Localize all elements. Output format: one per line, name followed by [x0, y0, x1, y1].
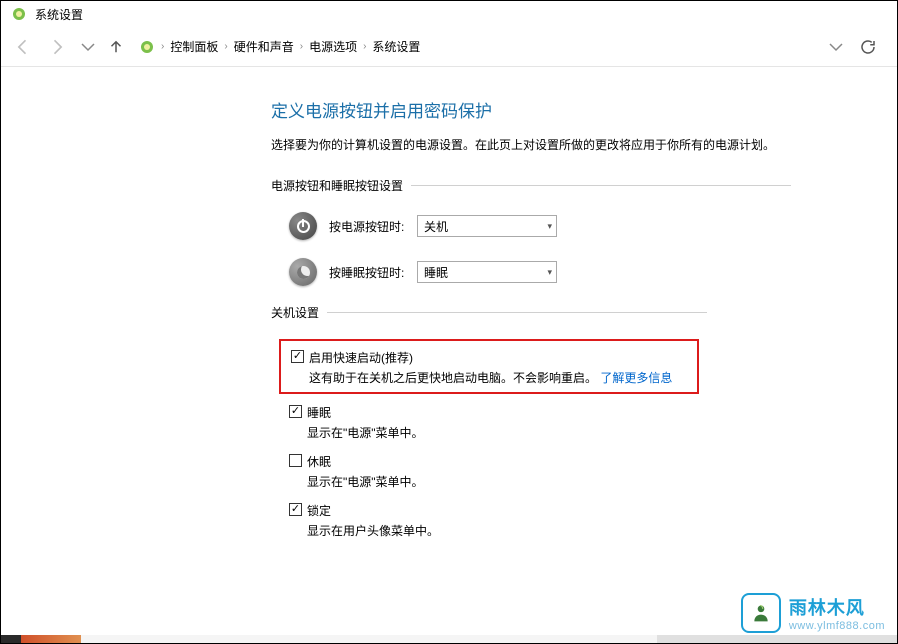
breadcrumb-sep: ›	[300, 41, 303, 52]
up-button[interactable]	[107, 38, 125, 56]
breadcrumb-icon	[139, 39, 155, 55]
checkbox-icon[interactable]: ✓	[291, 350, 304, 363]
power-icon	[289, 212, 317, 240]
chevron-down-icon: ▾	[547, 221, 552, 232]
breadcrumb-item-control-panel[interactable]: 控制面板	[170, 38, 218, 55]
dropdown-value: 睡眠	[424, 264, 448, 281]
page-subtext: 选择要为你的计算机设置的电源设置。在此页上对设置所做的更改将应用于你所有的电源计…	[271, 136, 897, 153]
page-heading: 定义电源按钮并启用密码保护	[271, 97, 897, 122]
section-header-shutdown: 关机设置	[271, 304, 897, 321]
sleep-icon	[289, 258, 317, 286]
refresh-button[interactable]	[859, 38, 877, 56]
breadcrumb-item-power[interactable]: 电源选项	[309, 38, 357, 55]
checkbox-desc: 显示在用户头像菜单中。	[307, 522, 439, 539]
watermark-badge-icon	[741, 593, 781, 633]
taskbar-strip	[1, 635, 897, 643]
section-divider	[327, 312, 707, 313]
breadcrumb-item-hardware[interactable]: 硬件和声音	[234, 38, 294, 55]
navbar: › 控制面板 › 硬件和声音 › 电源选项 › 系统设置	[1, 27, 897, 67]
sleep-button-row: 按睡眠按钮时: 睡眠 ▾	[271, 258, 897, 286]
titlebar: 系统设置	[1, 1, 897, 27]
checkbox-icon[interactable]	[289, 454, 302, 467]
checkbox-desc: 显示在"电源"菜单中。	[307, 424, 424, 441]
breadcrumb-sep: ›	[224, 41, 227, 52]
breadcrumb: › 控制面板 › 硬件和声音 › 电源选项 › 系统设置	[135, 38, 817, 55]
watermark: 雨林木风 www.ylmf888.com	[741, 593, 885, 633]
section-header-text: 关机设置	[271, 304, 327, 321]
checkbox-label: 启用快速启动(推荐)	[309, 349, 672, 366]
checkbox-label: 锁定	[307, 502, 439, 519]
power-button-dropdown[interactable]: 关机 ▾	[417, 215, 557, 237]
window-title: 系统设置	[35, 6, 83, 23]
checkbox-fast-startup[interactable]: ✓ 启用快速启动(推荐) 这有助于在关机之后更快地启动电脑。不会影响重启。 了解…	[291, 347, 687, 388]
section-divider	[411, 185, 791, 186]
forward-button	[45, 35, 69, 59]
checkbox-sleep[interactable]: ✓ 睡眠 显示在"电源"菜单中。	[289, 402, 897, 443]
checkbox-lock[interactable]: ✓ 锁定 显示在用户头像菜单中。	[289, 500, 897, 541]
back-button[interactable]	[11, 35, 35, 59]
checkbox-icon[interactable]: ✓	[289, 405, 302, 418]
breadcrumb-sep: ›	[161, 41, 164, 52]
checkbox-label: 睡眠	[307, 404, 424, 421]
breadcrumb-sep: ›	[363, 41, 366, 52]
dropdown-chevron-icon[interactable]	[827, 38, 845, 56]
breadcrumb-item-system-settings[interactable]: 系统设置	[372, 38, 420, 55]
power-button-label: 按电源按钮时:	[329, 218, 417, 235]
checkbox-desc: 这有助于在关机之后更快地启动电脑。不会影响重启。 了解更多信息	[309, 369, 672, 386]
checkbox-label: 休眠	[307, 453, 424, 470]
section-header-buttons: 电源按钮和睡眠按钮设置	[271, 177, 897, 194]
section-header-text: 电源按钮和睡眠按钮设置	[271, 177, 411, 194]
sleep-button-label: 按睡眠按钮时:	[329, 264, 417, 281]
watermark-url: www.ylmf888.com	[789, 620, 885, 632]
power-button-row: 按电源按钮时: 关机 ▾	[271, 212, 897, 240]
checkbox-icon[interactable]: ✓	[289, 503, 302, 516]
watermark-title: 雨林木风	[789, 594, 885, 620]
checkbox-desc: 显示在"电源"菜单中。	[307, 473, 424, 490]
dropdown-value: 关机	[424, 218, 448, 235]
chevron-down-icon: ▾	[547, 267, 552, 278]
app-icon	[11, 6, 27, 22]
recent-chevron-icon[interactable]	[79, 38, 97, 56]
checkbox-hibernate[interactable]: 休眠 显示在"电源"菜单中。	[289, 451, 897, 492]
learn-more-link[interactable]: 了解更多信息	[600, 371, 672, 385]
content-area: 定义电源按钮并启用密码保护 选择要为你的计算机设置的电源设置。在此页上对设置所做…	[1, 67, 897, 545]
highlight-fast-startup: ✓ 启用快速启动(推荐) 这有助于在关机之后更快地启动电脑。不会影响重启。 了解…	[279, 339, 699, 394]
sleep-button-dropdown[interactable]: 睡眠 ▾	[417, 261, 557, 283]
